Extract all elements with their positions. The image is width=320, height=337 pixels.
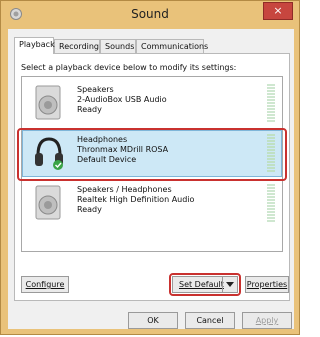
device-text: Speakers 2-AudioBox USB Audio Ready <box>77 85 167 115</box>
device-name: Speakers / Headphones <box>77 185 172 194</box>
apply-button[interactable]: Apply <box>242 312 292 329</box>
title-bar[interactable]: Sound × <box>1 1 299 29</box>
level-meter <box>267 84 275 122</box>
sound-window: Sound × Playback Recording Sounds Commun… <box>0 0 300 335</box>
dialog-client: Playback Recording Sounds Communications… <box>8 29 294 329</box>
close-button[interactable]: × <box>263 2 293 20</box>
device-status: Ready <box>77 205 102 214</box>
properties-label: Properties <box>246 280 288 289</box>
speaker-icon <box>35 185 61 220</box>
tab-sounds[interactable]: Sounds <box>100 39 136 53</box>
device-row-speakers-realtek[interactable]: Speakers / Headphones Realtek High Defin… <box>23 181 281 226</box>
tab-communications[interactable]: Communications <box>136 39 208 53</box>
set-default-label: Set Default <box>179 280 224 289</box>
tab-recording[interactable]: Recording <box>54 39 100 53</box>
highlight-frame-device <box>17 128 287 181</box>
ok-button[interactable]: OK <box>128 312 178 329</box>
tab-playback[interactable]: Playback <box>14 37 55 54</box>
speaker-icon <box>35 85 61 120</box>
device-text: Speakers / Headphones Realtek High Defin… <box>77 185 194 215</box>
device-description: Realtek High Definition Audio <box>77 195 195 204</box>
device-row-speakers-audiobox[interactable]: Speakers 2-AudioBox USB Audio Ready <box>23 81 281 126</box>
configure-label: Configure <box>25 280 65 289</box>
device-description: 2-AudioBox USB Audio <box>77 95 167 104</box>
properties-button[interactable]: Properties <box>245 276 289 293</box>
instruction-text: Select a playback device below to modify… <box>21 63 237 72</box>
apply-label: Apply <box>255 316 279 325</box>
window-title: Sound <box>131 7 169 21</box>
chevron-down-icon <box>226 282 234 287</box>
cancel-button[interactable]: Cancel <box>185 312 235 329</box>
level-meter <box>267 184 275 222</box>
device-status: Ready <box>77 105 102 114</box>
set-default-dropdown-arrow[interactable] <box>222 277 237 292</box>
device-name: Speakers <box>77 85 114 94</box>
configure-button[interactable]: Configure <box>21 276 69 293</box>
playback-panel: Select a playback device below to modify… <box>14 53 290 301</box>
set-default-button[interactable]: Set Default <box>172 276 238 293</box>
